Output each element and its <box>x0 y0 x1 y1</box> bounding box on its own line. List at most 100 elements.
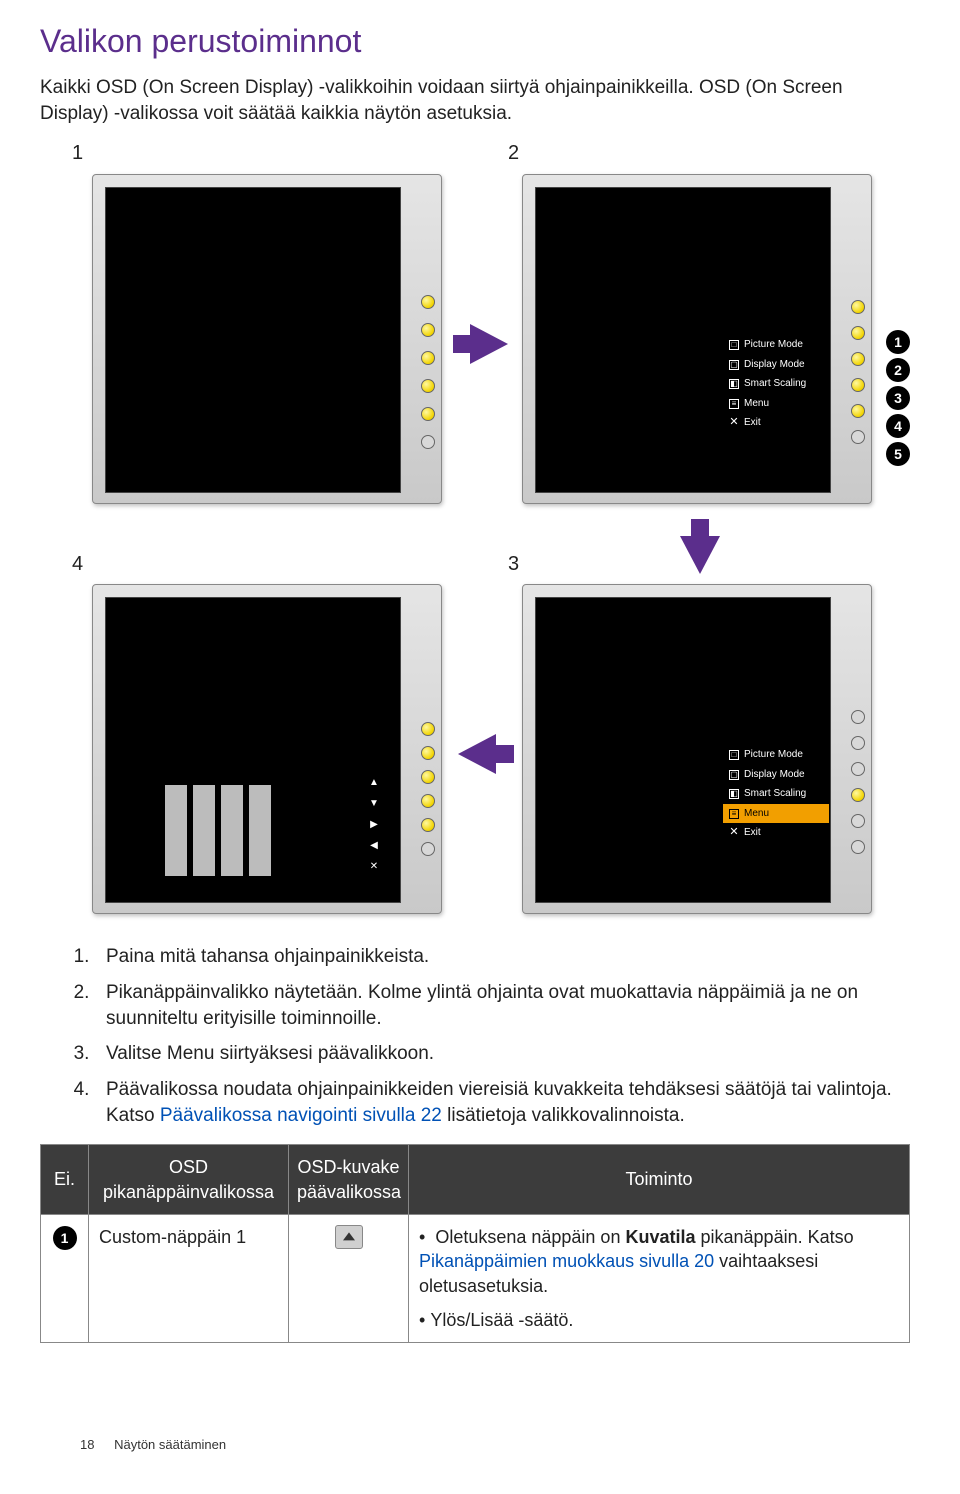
osd-item: Exit <box>744 416 761 430</box>
callout-5: 5 <box>886 442 910 466</box>
callout-3: 3 <box>886 386 910 410</box>
osd-item: Display Mode <box>744 768 805 782</box>
row-num-icon: 1 <box>53 1226 77 1250</box>
arrow-left-icon <box>458 734 496 774</box>
power-button <box>851 840 865 854</box>
step-label-2: 2 <box>508 140 519 167</box>
step-4: Päävalikossa noudata ohjainpainikkeiden … <box>100 1077 910 1128</box>
exit-icon: ✕ <box>729 418 739 428</box>
osd-item: Picture Mode <box>744 748 803 762</box>
control-button <box>851 788 865 802</box>
table-row: 1 Custom-näppäin 1 • Oletuksena näppäin … <box>41 1214 910 1342</box>
osd-item: Display Mode <box>744 358 805 372</box>
step-1: Paina mitä tahansa ohjainpainikkeista. <box>100 944 910 970</box>
page-footer: 18 Näytön säätäminen <box>80 1436 226 1454</box>
control-button <box>851 814 865 828</box>
col-function: Toiminto <box>409 1145 910 1215</box>
txt-bold: Kuvatila <box>625 1227 695 1247</box>
control-button <box>851 404 865 418</box>
picture-mode-icon: □ <box>729 750 739 760</box>
control-button <box>851 326 865 340</box>
osd-item: Menu <box>744 397 769 411</box>
control-button <box>851 710 865 724</box>
step-3: Valitse Menu siirtyäksesi päävalikkoon. <box>100 1041 910 1067</box>
txt: Oletuksena näppäin on <box>435 1227 625 1247</box>
arrow-right-icon <box>470 324 508 364</box>
down-key-icon: ▼ <box>365 794 383 812</box>
control-button <box>851 762 865 776</box>
step-label-3: 3 <box>508 551 519 578</box>
col-ei: Ei. <box>41 1145 89 1215</box>
function-table: Ei. OSD pikanäppäinvalikossa OSD-kuvake … <box>40 1144 910 1343</box>
txt: Ylös/Lisää -säätö. <box>430 1310 573 1330</box>
power-button <box>851 430 865 444</box>
menu-icon: ≡ <box>729 809 739 819</box>
control-button <box>851 352 865 366</box>
osd-item: Smart Scaling <box>744 787 806 801</box>
power-button <box>421 435 435 449</box>
monitor-2: □ Picture Mode ▢ Display Mode ◧ Smart Scali… <box>522 174 872 504</box>
osd-item: Menu <box>744 807 769 821</box>
col-osd-icon: OSD-kuvake päävalikossa <box>289 1145 409 1215</box>
control-button <box>421 818 435 832</box>
osd-item: Smart Scaling <box>744 377 806 391</box>
txt: pikanäppäin. Katso <box>696 1227 854 1247</box>
smart-scaling-icon: ◧ <box>729 789 739 799</box>
main-menu-panel <box>153 773 353 888</box>
menu-icon: ≡ <box>729 399 739 409</box>
step-2: Pikanäppäinvalikko näytetään. Kolme ylin… <box>100 980 910 1031</box>
control-button <box>851 378 865 392</box>
left-key-icon: ◀ <box>365 836 383 854</box>
section-name: Näytön säätäminen <box>114 1437 226 1452</box>
control-button <box>421 407 435 421</box>
nav-keypad: ▲ ▼ ▶ ◀ ✕ <box>365 773 383 875</box>
inline-link[interactable]: Pikanäppäimien muokkaus sivulla 20 <box>419 1251 714 1271</box>
menu-tab <box>249 785 271 876</box>
control-button <box>421 770 435 784</box>
osd-item: Exit <box>744 826 761 840</box>
step-label-1: 1 <box>72 140 83 167</box>
osd-hotkey-menu: □ Picture Mode ▢ Display Mode ◧ Smart Scali… <box>723 330 829 438</box>
smart-scaling-icon: ◧ <box>729 379 739 389</box>
control-button <box>421 722 435 736</box>
arrow-down-icon <box>680 536 720 574</box>
control-button <box>421 323 435 337</box>
close-key-icon: ✕ <box>365 857 383 875</box>
step-3c: siirtyäksesi päävalikkoon. <box>214 1043 434 1064</box>
step-3b: Menu <box>167 1043 215 1064</box>
page-number: 18 <box>80 1437 94 1452</box>
menu-tab <box>193 785 215 876</box>
intro-text: Kaikki OSD (On Screen Display) -valikkoi… <box>40 75 910 126</box>
control-button <box>851 736 865 750</box>
osd-item: Picture Mode <box>744 338 803 352</box>
right-key-icon: ▶ <box>365 815 383 833</box>
callout-4: 4 <box>886 414 910 438</box>
menu-tab <box>221 785 243 876</box>
picture-mode-icon: □ <box>729 340 739 350</box>
steps-list: Paina mitä tahansa ohjainpainikkeista. P… <box>40 944 910 1128</box>
function-desc: • Oletuksena näppäin on Kuvatila pikanäp… <box>409 1214 910 1342</box>
menu-tab <box>165 785 187 876</box>
monitor-4: ▲ ▼ ▶ ◀ ✕ <box>92 584 442 914</box>
up-key-icon <box>335 1225 363 1249</box>
col-osd-hotkey: OSD pikanäppäinvalikossa <box>89 1145 289 1215</box>
up-key-icon: ▲ <box>365 773 383 791</box>
callout-2: 2 <box>886 358 910 382</box>
step-4-link[interactable]: Päävalikossa navigointi sivulla 22 <box>160 1105 442 1126</box>
page-title: Valikon perustoiminnot <box>40 20 910 63</box>
monitor-3: □ Picture Mode ▢ Display Mode ◧ Smart Scali… <box>522 584 872 914</box>
hotkey-name: Custom-näppäin 1 <box>89 1214 289 1342</box>
screen-1 <box>105 187 401 493</box>
control-button <box>421 794 435 808</box>
display-mode-icon: ▢ <box>729 360 739 370</box>
control-button <box>421 295 435 309</box>
control-button <box>421 746 435 760</box>
step-label-4: 4 <box>72 551 83 578</box>
exit-icon: ✕ <box>729 828 739 838</box>
monitor-1 <box>92 174 442 504</box>
osd-hotkey-menu-selected: □ Picture Mode ▢ Display Mode ◧ Smart Scali… <box>723 740 829 848</box>
display-mode-icon: ▢ <box>729 770 739 780</box>
callout-1: 1 <box>886 330 910 354</box>
step-3a: Valitse <box>106 1043 167 1064</box>
control-button <box>421 351 435 365</box>
